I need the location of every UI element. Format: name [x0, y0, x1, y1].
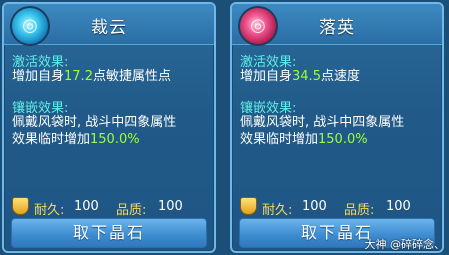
- card-header: ◎ 裁云: [4, 4, 214, 46]
- card-title: 落英: [319, 18, 355, 38]
- inlay-line1: 佩戴风袋时, 战斗中四象属性: [12, 115, 177, 130]
- activation-value: 34.5: [292, 69, 321, 84]
- durability-shield-icon: [240, 197, 257, 215]
- quality-value: 100: [386, 199, 411, 214]
- card-title: 裁云: [91, 18, 127, 38]
- inlay-line2: 效果临时增加150.0%: [240, 131, 368, 148]
- activation-pre: 增加自身: [12, 69, 65, 84]
- durability-label: 耐久:: [262, 203, 293, 218]
- crystal-card-luoying: ◎ 落英 激活效果: 增加自身34.5点速度 镶嵌效果: 佩戴风袋时, 战斗中四…: [230, 2, 444, 253]
- activation-text: 增加自身17.2点敏捷属性点: [12, 68, 171, 85]
- durability-label: 耐久:: [34, 203, 65, 218]
- crystal-card-caiyun: ◎ 裁云 激活效果: 增加自身17.2点敏捷属性点 镶嵌效果: 佩戴风袋时, 战…: [2, 2, 216, 253]
- inlay-line2-value: 150.0%: [90, 132, 140, 147]
- activation-text: 增加自身34.5点速度: [240, 68, 360, 85]
- durability-shield-icon: [12, 197, 29, 215]
- remove-crystal-button[interactable]: 取下晶石: [11, 218, 207, 248]
- inlay-line2-value: 150.0%: [318, 132, 368, 147]
- quality-label: 品质:: [344, 203, 375, 218]
- watermark: 大神 @碎碎念、: [364, 238, 446, 251]
- activation-pre: 增加自身: [240, 69, 293, 84]
- card-header: ◎ 落英: [232, 4, 442, 46]
- activation-value: 17.2: [64, 69, 93, 84]
- activation-post: 点速度: [320, 69, 360, 84]
- quality-value: 100: [158, 199, 183, 214]
- inlay-line2-pre: 效果临时增加: [240, 132, 319, 147]
- inlay-line2-pre: 效果临时增加: [12, 132, 91, 147]
- durability-value: 100: [74, 199, 99, 214]
- inlay-line1: 佩戴风袋时, 战斗中四象属性: [240, 115, 405, 130]
- durability-value: 100: [302, 199, 327, 214]
- activation-post: 点敏捷属性点: [92, 69, 171, 84]
- quality-label: 品质:: [116, 203, 147, 218]
- inlay-line2: 效果临时增加150.0%: [12, 131, 140, 148]
